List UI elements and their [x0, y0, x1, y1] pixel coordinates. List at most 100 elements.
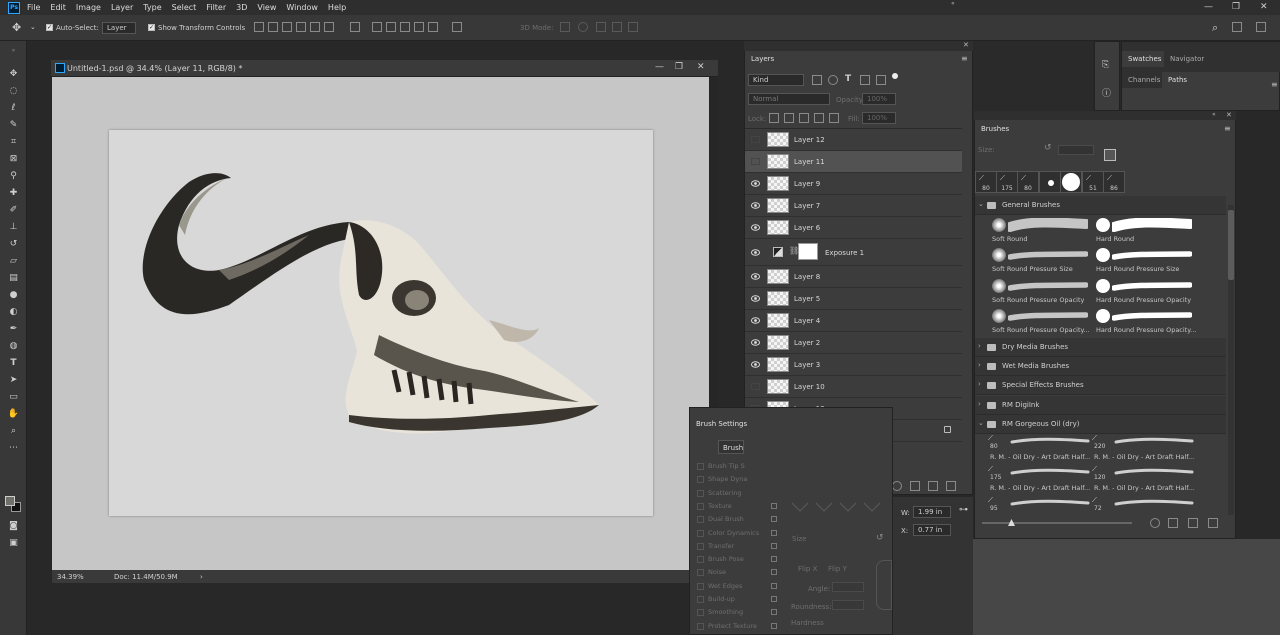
setting-checkbox[interactable] — [697, 489, 704, 497]
menu-layer[interactable]: Layer — [111, 3, 133, 12]
eye-icon[interactable] — [751, 361, 760, 368]
layer-thumbnail[interactable] — [767, 132, 789, 147]
layer-row[interactable]: Layer 7 — [745, 195, 962, 217]
brush-setting-item[interactable]: Shape Dyna — [708, 475, 747, 483]
brush-preset[interactable]: ⟋ 80 — [975, 171, 997, 193]
menu-type[interactable]: Type — [143, 3, 161, 12]
layer-mask-thumbnail[interactable] — [798, 243, 818, 260]
search-icon[interactable]: ⌕ — [1212, 21, 1218, 35]
brush-setting-item[interactable]: Noise — [708, 568, 726, 576]
eye-icon[interactable] — [751, 317, 760, 324]
tab-brush-settings[interactable]: Brush Settings — [690, 416, 754, 432]
eraser-tool-icon[interactable]: ▱ — [7, 256, 20, 267]
lock-icon[interactable] — [771, 596, 777, 602]
brush-item[interactable]: ⟋ 120 R. M. - Oil Dry - Art Draft Half... — [1092, 465, 1194, 495]
align-right-icon[interactable] — [324, 22, 334, 32]
brush-button[interactable]: Brush — [718, 440, 744, 454]
3d-pan-icon[interactable] — [596, 22, 606, 32]
3d-scale-icon[interactable] — [628, 22, 638, 32]
type-tool-icon[interactable]: T — [7, 358, 20, 369]
layer-row[interactable]: Layer 10 — [745, 376, 962, 398]
setting-checkbox[interactable] — [697, 569, 704, 577]
distribute-top-icon[interactable] — [350, 22, 360, 32]
brushes-scrollbar[interactable] — [1228, 205, 1234, 515]
3d-roll-icon[interactable] — [578, 22, 588, 32]
brushes-scroll-thumb[interactable] — [1228, 210, 1234, 280]
setting-checkbox[interactable] — [697, 529, 704, 537]
menu-filter[interactable]: Filter — [206, 3, 226, 12]
lock-icon[interactable] — [771, 516, 777, 523]
transform-controls-checkbox[interactable]: ✓ — [148, 24, 155, 31]
setting-checkbox[interactable] — [697, 582, 704, 590]
canvas-artboard[interactable] — [109, 130, 653, 516]
layer-thumbnail[interactable] — [767, 335, 789, 350]
brush-item[interactable]: Soft Round Pressure Opacity... — [992, 306, 1092, 336]
menu-file[interactable]: File — [27, 3, 40, 12]
distribute-right-icon[interactable] — [428, 22, 438, 32]
brush-preset[interactable]: ⟋ 80 — [1017, 171, 1039, 193]
brush-tool-icon[interactable]: ✐ — [7, 205, 20, 216]
brush-item[interactable]: ⟋ 80 R. M. - Oil Dry - Art Draft Half... — [988, 434, 1090, 464]
chevron-right-icon[interactable]: › — [978, 361, 981, 369]
brush-group-row[interactable]: › Wet Media Brushes — [975, 357, 1226, 376]
brush-group-row[interactable]: › Special Effects Brushes — [975, 376, 1226, 395]
new-layer-icon[interactable] — [928, 481, 938, 491]
flip-y-label[interactable]: Flip Y — [828, 565, 847, 573]
brush-setting-item[interactable]: Brush Tip S — [708, 462, 745, 470]
brush-preset[interactable] — [1060, 171, 1082, 193]
reset-size-icon[interactable]: ↺ — [1044, 143, 1052, 153]
layer-row[interactable]: Layer 3 — [745, 354, 962, 376]
brush-setting-item[interactable]: Wet Edges — [708, 582, 742, 590]
angle-preview-widget[interactable] — [876, 560, 892, 610]
delete-brush-icon[interactable] — [1208, 518, 1218, 528]
tab-brushes[interactable]: Brushes — [975, 121, 1016, 137]
foreground-color-swatch[interactable] — [5, 496, 15, 506]
filter-adjustment-icon[interactable] — [828, 75, 838, 85]
lock-icon[interactable] — [771, 609, 777, 616]
filter-shape-icon[interactable] — [860, 75, 870, 85]
lock-icon[interactable] — [771, 569, 777, 576]
brush-item[interactable]: Hard Round Pressure Opacity — [1096, 276, 1196, 306]
path-select-tool-icon[interactable]: ➤ — [7, 375, 20, 386]
brush-setting-item[interactable]: Scattering — [708, 489, 742, 497]
align-vcenter-icon[interactable] — [268, 22, 278, 32]
menu-image[interactable]: Image — [76, 3, 101, 12]
eye-hidden-icon[interactable] — [751, 136, 760, 143]
eye-icon[interactable] — [751, 224, 760, 231]
close-icon[interactable]: ✕ — [1260, 2, 1268, 12]
flip-x-label[interactable]: Flip X — [798, 565, 817, 573]
lock-icon[interactable] — [771, 502, 777, 509]
lock-position-icon[interactable] — [799, 113, 809, 123]
move-tool-icon[interactable]: ✥ — [12, 21, 21, 34]
distribute-hcenter-icon[interactable] — [414, 22, 424, 32]
dodge-tool-icon[interactable]: ◐ — [7, 307, 20, 318]
chevron-down-icon[interactable]: ⌄ — [978, 200, 984, 208]
layers-panel-menu-icon[interactable]: ≡ — [961, 54, 968, 63]
crop-tool-icon[interactable]: ⌗ — [7, 137, 20, 148]
x-field[interactable]: 0.77 in — [913, 524, 951, 536]
setting-checkbox[interactable] — [697, 556, 704, 564]
layer-thumbnail[interactable] — [767, 220, 789, 235]
brush-item[interactable]: Soft Round Pressure Size — [992, 245, 1092, 275]
brush-item[interactable]: ⟋ 175 R. M. - Oil Dry - Art Draft Half... — [988, 465, 1090, 495]
chevron-right-icon[interactable]: › — [978, 380, 981, 388]
brush-item[interactable]: Hard Round — [1096, 215, 1196, 245]
filter-toggle-icon[interactable] — [892, 73, 898, 79]
workspace-icon[interactable] — [1232, 22, 1242, 32]
menu-window[interactable]: Window — [286, 3, 318, 12]
angle-field[interactable] — [832, 582, 864, 592]
chevron-down-icon[interactable]: ⌄ — [978, 419, 984, 427]
menu-edit[interactable]: Edit — [50, 3, 66, 12]
preview-size-slider[interactable] — [982, 519, 1132, 526]
zoom-tool-icon[interactable]: ⌕ — [7, 426, 20, 437]
brush-item[interactable]: ⟋ 95 — [988, 496, 1090, 516]
brush-preset[interactable]: ⟋ 175 — [996, 171, 1018, 193]
frame-tool-icon[interactable]: ⊠ — [7, 154, 20, 165]
new-brush-preset-icon[interactable] — [1188, 518, 1198, 528]
align-top-icon[interactable] — [254, 22, 264, 32]
background-lock-icon[interactable] — [944, 426, 951, 433]
fill-field[interactable]: 100% — [862, 112, 896, 124]
opacity-field[interactable]: 100% — [862, 93, 896, 105]
brush-group-row[interactable]: › Dry Media Brushes — [975, 338, 1226, 357]
tab-paths[interactable]: Paths — [1162, 72, 1194, 88]
